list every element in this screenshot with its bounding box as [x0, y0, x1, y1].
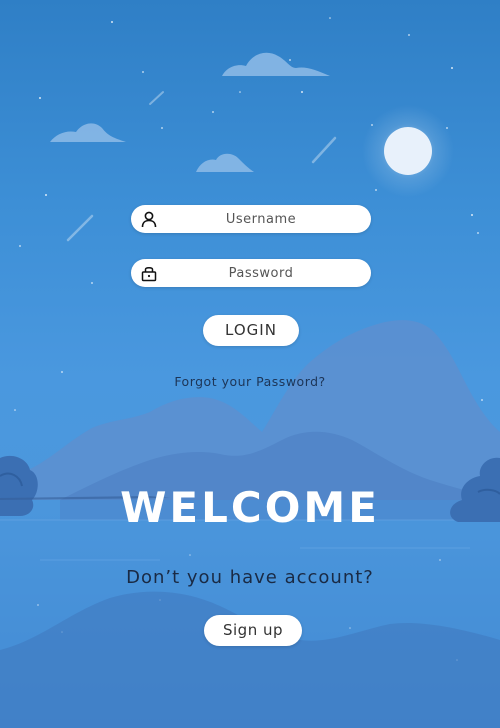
- password-input[interactable]: [161, 259, 361, 287]
- signup-button[interactable]: Sign up: [204, 615, 302, 646]
- moon: [362, 105, 454, 197]
- user-icon: [141, 211, 157, 228]
- username-input[interactable]: [161, 205, 361, 233]
- welcome-title: WELCOME: [120, 483, 380, 532]
- password-field[interactable]: [131, 259, 371, 287]
- clouds: [20, 52, 330, 172]
- lock-icon: [141, 267, 157, 282]
- forgot-password-link[interactable]: Forgot your Password?: [0, 374, 500, 389]
- login-button[interactable]: LOGIN: [203, 315, 299, 346]
- username-field[interactable]: [131, 205, 371, 233]
- login-screen: LOGIN Forgot your Password? WELCOME Don’…: [0, 0, 500, 728]
- no-account-text: Don’t you have account?: [126, 567, 374, 588]
